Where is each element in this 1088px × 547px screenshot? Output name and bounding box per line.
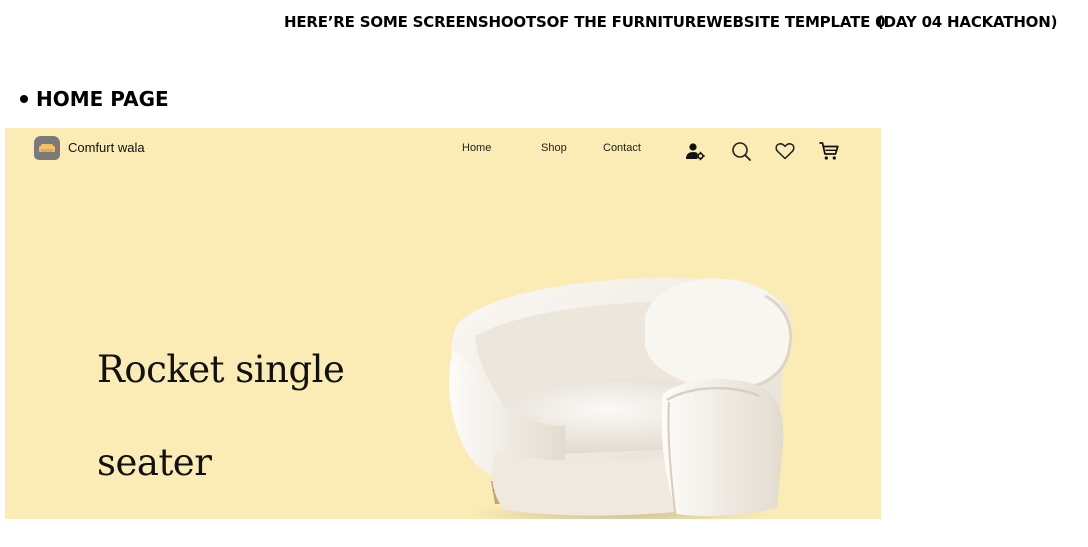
document-heading: HERE’RE SOME SCREENSHOOTSOF THE FURNITUR…: [284, 13, 1074, 35]
section-label-text: HOME PAGE: [36, 87, 169, 111]
search-icon[interactable]: [730, 140, 752, 162]
nav-contact[interactable]: Contact: [603, 142, 641, 154]
heading-main: HERE’RE SOME SCREENSHOOTSOF THE FURNITUR…: [284, 13, 886, 31]
heart-icon[interactable]: [774, 140, 796, 162]
heading-tag: (DAY 04 HACKATHON): [877, 13, 1058, 31]
hero-title-line-2: seater: [97, 441, 212, 484]
brand-name[interactable]: Comfurt wala: [68, 140, 145, 155]
bullet-icon: [20, 95, 28, 103]
section-label: HOME PAGE: [20, 86, 169, 112]
armchair-image: [449, 277, 793, 519]
nav-shop[interactable]: Shop: [541, 142, 567, 154]
site-header: Comfurt wala Home Shop Contact: [5, 128, 881, 170]
nav-home[interactable]: Home: [462, 142, 491, 154]
logo-sofa-icon[interactable]: [34, 136, 60, 160]
cart-icon[interactable]: [818, 140, 840, 162]
hero-title-line-1: Rocket single: [97, 348, 345, 391]
account-settings-icon[interactable]: [684, 140, 706, 162]
home-page-screenshot: Comfurt wala Home Shop Contact Rocket si…: [5, 128, 881, 519]
